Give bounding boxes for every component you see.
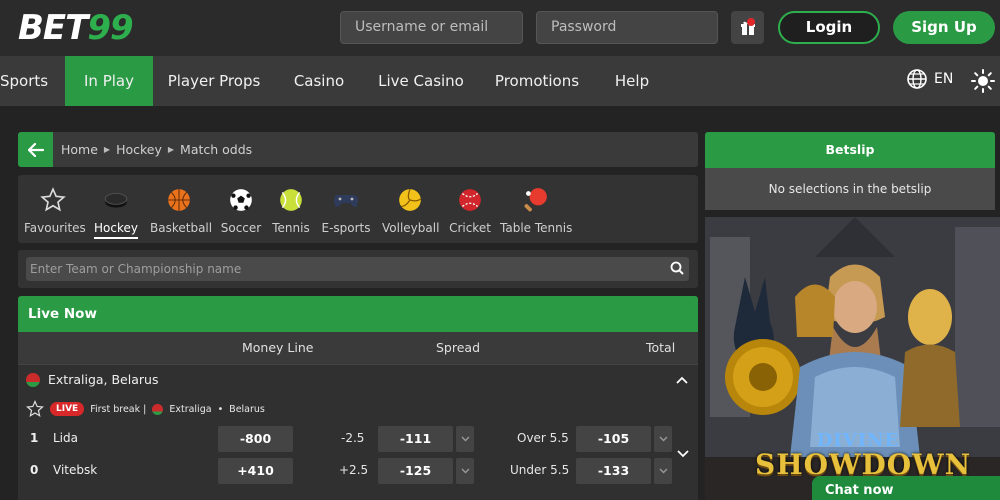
sport-esports[interactable]: E-sports <box>320 183 372 235</box>
belarus-flag-icon <box>26 373 40 387</box>
tennis-ball-icon <box>280 189 302 211</box>
team-2-total-odd[interactable]: -133 <box>576 458 651 484</box>
column-money-line: Money Line <box>242 340 314 355</box>
breadcrumb-bar: Home ▶ Hockey ▶ Match odds <box>18 132 698 167</box>
match-meta: LIVE First break | Extraliga • Belarus <box>26 400 265 418</box>
nav-item-player-props[interactable]: Player Props <box>165 56 263 106</box>
column-total: Total <box>646 340 676 355</box>
team-search-input[interactable]: Enter Team or Championship name <box>26 257 689 281</box>
arrow-left-icon <box>27 142 44 157</box>
hockey-puck-icon <box>104 193 128 208</box>
live-now-header: Live Now <box>18 296 698 332</box>
team-1-spread-line: -2.5 <box>341 431 365 445</box>
gamepad-icon <box>334 195 358 207</box>
team-2-spread-odd[interactable]: -125 <box>378 458 453 484</box>
live-badge: LIVE <box>50 402 85 416</box>
volleyball-icon <box>399 188 422 211</box>
sport-basketball[interactable]: Basketball <box>150 183 212 235</box>
meta-separator: • <box>217 403 224 415</box>
breadcrumb-current: Match odds <box>180 142 253 157</box>
breadcrumb-separator-icon: ▶ <box>103 145 111 154</box>
league-header[interactable]: Extraliga, Belarus <box>18 365 698 395</box>
team-2-name: Vitebsk <box>53 463 98 477</box>
breadcrumb-separator-icon: ▶ <box>167 145 175 154</box>
breadcrumb: Home ▶ Hockey ▶ Match odds <box>61 132 252 167</box>
brand-logo[interactable]: BET99 <box>18 8 134 48</box>
nav-item-casino[interactable]: Casino <box>288 56 350 106</box>
sport-cricket[interactable]: Cricket <box>448 183 492 235</box>
team-1-total-odd[interactable]: -105 <box>576 426 651 452</box>
sport-volleyball[interactable]: Volleyball <box>382 183 439 235</box>
globe-icon <box>907 69 927 89</box>
top-bar: BET99 Username or email Password Login S… <box>0 0 1000 56</box>
betslip-title[interactable]: Betslip <box>705 132 995 168</box>
breadcrumb-home[interactable]: Home <box>61 132 98 167</box>
team-2-money-line-odd[interactable]: +410 <box>218 458 293 484</box>
cricket-ball-icon <box>459 189 481 211</box>
expand-markets-chevron-icon[interactable] <box>677 449 689 459</box>
chevron-down-icon <box>461 468 469 474</box>
main-nav: Sports In Play Player Props Casino Live … <box>0 56 1000 106</box>
search-bar: Enter Team or Championship name <box>18 250 698 288</box>
nav-item-help[interactable]: Help <box>610 56 654 106</box>
star-icon <box>40 187 66 212</box>
market-columns-header: Money Line Spread Total <box>18 332 698 364</box>
username-input[interactable]: Username or email <box>340 11 523 44</box>
team-2-total-dropdown[interactable] <box>654 458 672 484</box>
betslip-empty-message: No selections in the betslip <box>705 168 995 210</box>
basketball-icon <box>168 189 190 211</box>
match-period: First break | <box>90 403 147 415</box>
soccer-ball-icon <box>230 189 252 211</box>
team-1-spread-odd[interactable]: -111 <box>378 426 453 452</box>
chevron-down-icon <box>659 436 667 442</box>
chevron-down-icon <box>461 436 469 442</box>
nav-item-in-play[interactable]: In Play <box>65 56 153 106</box>
sport-table-tennis[interactable]: Table Tennis <box>500 183 572 235</box>
search-icon[interactable] <box>670 261 684 275</box>
sport-favourites[interactable]: Favourites <box>24 183 86 235</box>
chevron-up-icon[interactable] <box>676 375 688 385</box>
favourite-star-icon[interactable] <box>26 400 44 418</box>
sport-hockey[interactable]: Hockey <box>94 183 138 239</box>
login-button[interactable]: Login <box>778 11 880 44</box>
team-2-spread-dropdown[interactable] <box>456 458 474 484</box>
chat-now-button[interactable]: Chat now <box>812 476 1000 500</box>
theme-toggle-sun-icon[interactable] <box>971 69 995 93</box>
team-1-name: Lida <box>53 431 78 445</box>
language-code: EN <box>934 71 954 87</box>
team-1-money-line-odd[interactable]: -800 <box>218 426 293 452</box>
league-name: Extraliga, Belarus <box>48 372 159 387</box>
team-1-total-line: Over 5.5 <box>517 431 569 445</box>
password-input[interactable]: Password <box>536 11 718 44</box>
belarus-flag-icon <box>152 403 164 415</box>
league-block: Extraliga, Belarus LIVE First break | Ex… <box>18 364 698 500</box>
nav-item-promotions[interactable]: Promotions <box>492 56 582 106</box>
breadcrumb-hockey[interactable]: Hockey <box>116 132 162 167</box>
notification-dot <box>747 18 755 26</box>
language-selector[interactable]: EN <box>906 68 953 90</box>
match-country: Belarus <box>229 403 265 415</box>
sport-tennis[interactable]: Tennis <box>270 183 312 235</box>
sports-filter: Favourites Hockey Basketball Soccer Tenn… <box>18 175 698 243</box>
ping-pong-paddle-icon <box>524 188 547 212</box>
team-1-score: 1 <box>30 431 39 445</box>
team-1-spread-dropdown[interactable] <box>456 426 474 452</box>
back-button[interactable] <box>18 132 53 167</box>
chevron-down-icon <box>659 468 667 474</box>
team-2-total-line: Under 5.5 <box>510 463 570 477</box>
team-1-total-dropdown[interactable] <box>654 426 672 452</box>
match-league: Extraliga <box>169 403 212 415</box>
sport-soccer[interactable]: Soccer <box>218 183 264 235</box>
nav-item-live-casino[interactable]: Live Casino <box>377 56 465 106</box>
team-2-spread-line: +2.5 <box>339 463 369 477</box>
signup-button[interactable]: Sign Up <box>893 11 995 44</box>
nav-item-sports[interactable]: Sports <box>0 56 48 106</box>
gift-button[interactable] <box>731 11 764 44</box>
team-2-score: 0 <box>30 463 39 477</box>
column-spread: Spread <box>436 340 481 355</box>
